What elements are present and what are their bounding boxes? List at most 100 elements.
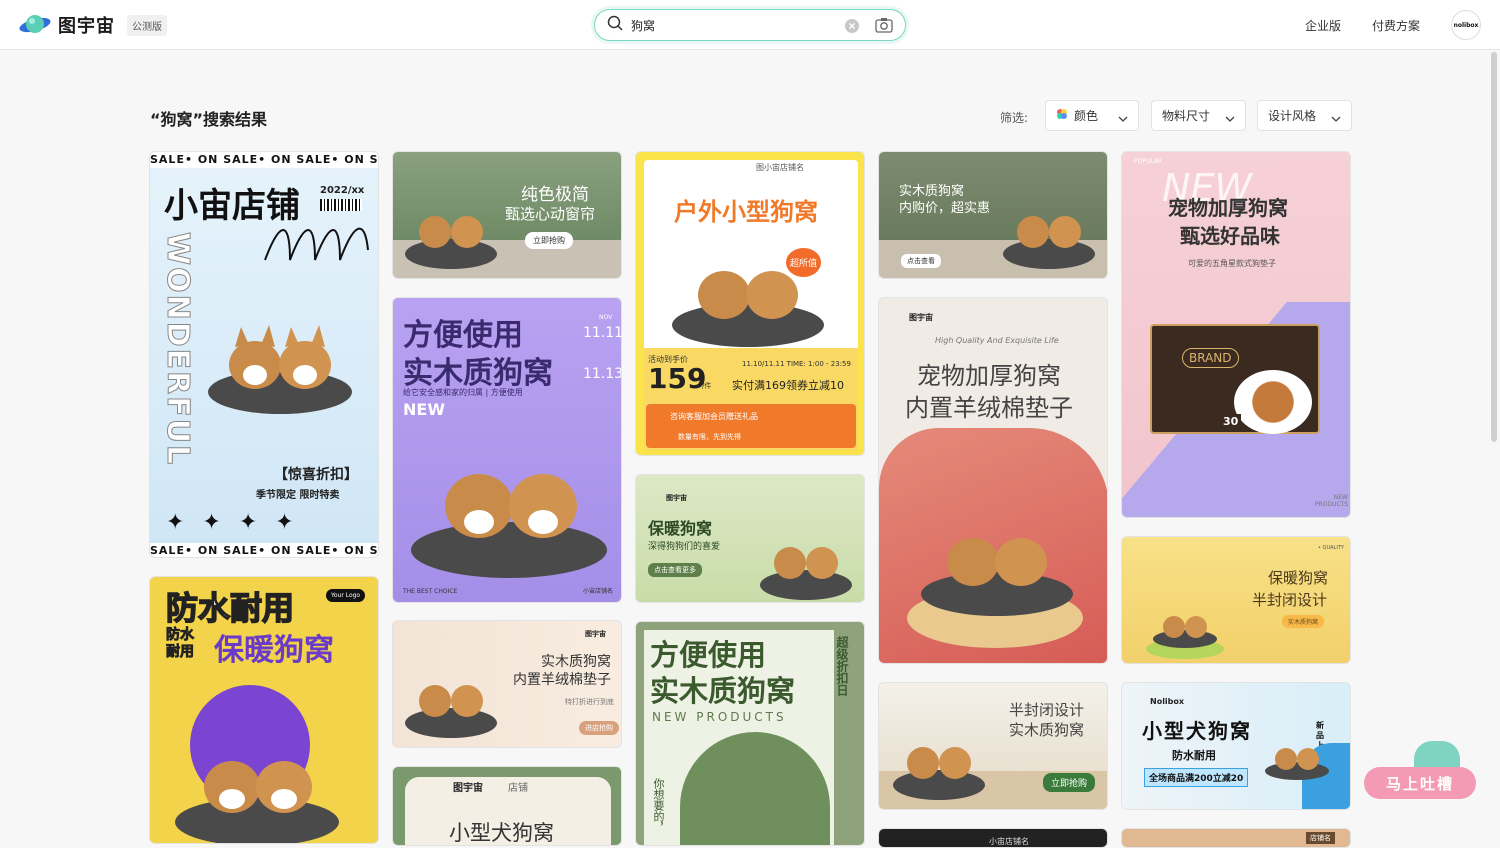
- dog-bed-image: [172, 717, 342, 843]
- cta-button[interactable]: 立即抢购: [1043, 773, 1096, 792]
- template-card[interactable]: 图宇宙 店铺 小型犬狗窝: [392, 766, 622, 846]
- card-title: 小型犬狗窝: [449, 821, 554, 845]
- dog-bed-image: [668, 247, 828, 347]
- template-card[interactable]: 图宇宙 保暖狗窝 深得狗狗们的喜爱 点击查看更多: [635, 474, 865, 603]
- results-title: “狗窝”搜索结果: [150, 110, 268, 129]
- dog-bed-image: [407, 428, 612, 578]
- promo-badge: 全场商品满200立减20: [1144, 768, 1249, 787]
- filter-label: 筛选:: [1000, 111, 1029, 125]
- card-subtitle: 实木质狗窝: [650, 674, 796, 708]
- logo[interactable]: 图宇宙 公测版: [18, 12, 167, 38]
- template-card[interactable]: 图宇宙 High Quality And Exquisite Life 宠物加厚…: [878, 297, 1108, 664]
- card-title: 防水耐用: [165, 588, 295, 628]
- sub-text: 季节限定 限时特卖: [256, 490, 340, 501]
- dog-bed-image: [205, 317, 355, 417]
- cta-button[interactable]: 点击查看更多: [648, 563, 702, 577]
- card-subtitle: 实木质狗窝: [1009, 721, 1085, 739]
- filter-style[interactable]: 设计风格: [1257, 100, 1352, 131]
- chevron-down-icon: [1331, 112, 1341, 126]
- feedback-button[interactable]: 马上吐槽: [1364, 767, 1476, 799]
- search-bar[interactable]: [594, 9, 906, 41]
- brand-name: 图宇宙: [909, 313, 933, 322]
- dog-bed-image: [401, 661, 501, 741]
- count-label: 30: [1220, 414, 1242, 429]
- avatar[interactable]: nolibox: [1451, 10, 1481, 40]
- sparkles-decoration: ✦✦✦✦: [166, 510, 312, 535]
- month-label: NOV: [599, 314, 613, 321]
- small-text: 防水 耐用: [166, 627, 195, 661]
- store-name: 小宙店铺名: [583, 588, 614, 595]
- template-card[interactable]: 图小宙店铺名 户外小型狗窝 超所值 活动到手价 159 /件 11.10/11.…: [635, 151, 865, 456]
- template-card[interactable]: 实木质狗窝 内购价，超实惠 点击查看: [878, 151, 1108, 279]
- template-card[interactable]: 半封闭设计 实木质狗窝 立即抢购: [878, 682, 1108, 810]
- consult-text: 咨询客服加会员赠送礼品: [670, 412, 758, 421]
- card-subtitle: 内置羊绒棉垫子: [905, 394, 1073, 422]
- tag-text: • QUALITY: [1318, 545, 1344, 551]
- clear-icon[interactable]: [845, 18, 859, 37]
- dog-bed-image: [1150, 609, 1220, 649]
- card-title: 户外小型狗窝: [674, 198, 818, 226]
- promo-text: 【惊喜折扣】: [274, 467, 358, 483]
- tag-badge: 实木质狗窝: [1282, 615, 1325, 628]
- card-subtitle: 半封闭设计: [1252, 591, 1328, 609]
- card-subtitle: 内购价，超实惠: [899, 201, 991, 216]
- en-text: High Quality And Exquisite Life: [935, 336, 1059, 345]
- store-name: 小宙店铺名: [989, 837, 1029, 846]
- template-card[interactable]: Nolibox 小型犬狗窝 防水耐用 全场商品满200立减20 新品上市: [1121, 682, 1351, 810]
- card-subtitle: 甄选好品味: [1180, 224, 1280, 248]
- dog-bed-image: [401, 192, 501, 272]
- store-name: 店铺名: [1306, 832, 1335, 844]
- camera-icon[interactable]: [875, 17, 893, 37]
- date-text: 2022/xx: [320, 185, 365, 196]
- top-bar: 图宇宙 公测版 企业版 付费方案 nolibox: [0, 0, 1500, 50]
- vertical-word: WONDERFUL: [160, 231, 196, 467]
- card-sub: 给它安全感和家的归属 | 方便使用: [403, 388, 523, 397]
- price-unit: /件: [702, 382, 712, 390]
- template-card[interactable]: SALE• ON SALE• ON SALE• ON SA 小宙店铺 2022/…: [149, 151, 379, 558]
- card-title: 宠物加厚狗窝: [917, 362, 1061, 390]
- coupon-text: 实付满169领券立减10: [732, 379, 844, 392]
- cta-button[interactable]: 点击查看: [901, 254, 941, 268]
- filter-size[interactable]: 物料尺寸: [1151, 100, 1246, 131]
- card-subtitle: 内置羊绒棉垫子: [513, 672, 611, 688]
- nav-pricing[interactable]: 付费方案: [1372, 17, 1420, 34]
- card-title: 实木质狗窝: [541, 654, 611, 670]
- template-card[interactable]: 店铺名: [1121, 828, 1351, 848]
- brand-label: BRAND: [1182, 348, 1239, 368]
- template-card[interactable]: 方便使用 实木质狗窝 NEW PRODUCTS 超级折扣日 你想要的，: [635, 621, 865, 846]
- search-icon: [607, 15, 623, 35]
- template-card[interactable]: 防水耐用 Your Logo 防水 耐用 保暖狗窝: [149, 576, 379, 844]
- page-scrollbar[interactable]: [1491, 52, 1497, 442]
- teacup-image: [1234, 370, 1312, 434]
- filter-color-label: 颜色: [1074, 109, 1099, 123]
- chevron-down-icon: [1118, 112, 1128, 126]
- filter-size-label: 物料尺寸: [1162, 109, 1211, 123]
- nav-enterprise[interactable]: 企业版: [1305, 17, 1341, 34]
- ticker-text: SALE• ON SALE• ON SALE• ON SA: [150, 544, 379, 557]
- time-text: 11.10/11.11 TIME: 1:00 - 23:59: [742, 360, 851, 368]
- search-input[interactable]: [631, 18, 831, 32]
- cta-button[interactable]: 进店抢购: [579, 721, 619, 735]
- filter-style-label: 设计风格: [1268, 109, 1317, 123]
- dog-bed-image: [1262, 741, 1332, 781]
- template-card[interactable]: 方便使用 实木质狗窝 NOV 11.11 11.13 给它安全感和家的归属 | …: [392, 297, 622, 603]
- template-card[interactable]: 图宇宙 实木质狗窝 内置羊绒棉垫子 特打折进行到底 进店抢购: [392, 620, 622, 748]
- cta-button[interactable]: 立即抢购: [525, 232, 573, 249]
- limit-text: 数量有限，先到先得: [678, 433, 741, 441]
- dog-bed-image: [756, 525, 856, 602]
- brand-name: 图宇宙: [666, 494, 687, 502]
- card-subtitle: 保暖狗窝: [214, 633, 334, 668]
- template-card[interactable]: 小宙店铺名: [878, 828, 1108, 848]
- beta-badge: 公测版: [127, 14, 167, 36]
- template-card[interactable]: 纯色极简 甄选心动窗帘 立即抢购: [392, 151, 622, 279]
- store-name: 图小宙店铺名: [756, 163, 804, 172]
- date-end: 11.13: [583, 366, 622, 382]
- template-card[interactable]: POPULAR NEW 宠物加厚狗窝 甄选好品味 可爱的五角星款式狗垫子 BRA…: [1121, 151, 1351, 518]
- template-card[interactable]: • QUALITY 保暖狗窝 半封闭设计 实木质狗窝: [1121, 536, 1351, 664]
- card-title: 保暖狗窝: [1268, 569, 1329, 587]
- en-text: NEW PRODUCTS: [652, 710, 787, 724]
- card-title: 纯色极简: [521, 185, 589, 205]
- vertical-text-2: 你想要的，: [652, 778, 665, 833]
- card-title: 半封闭设计: [1009, 701, 1085, 719]
- filter-color[interactable]: 颜色: [1045, 100, 1139, 131]
